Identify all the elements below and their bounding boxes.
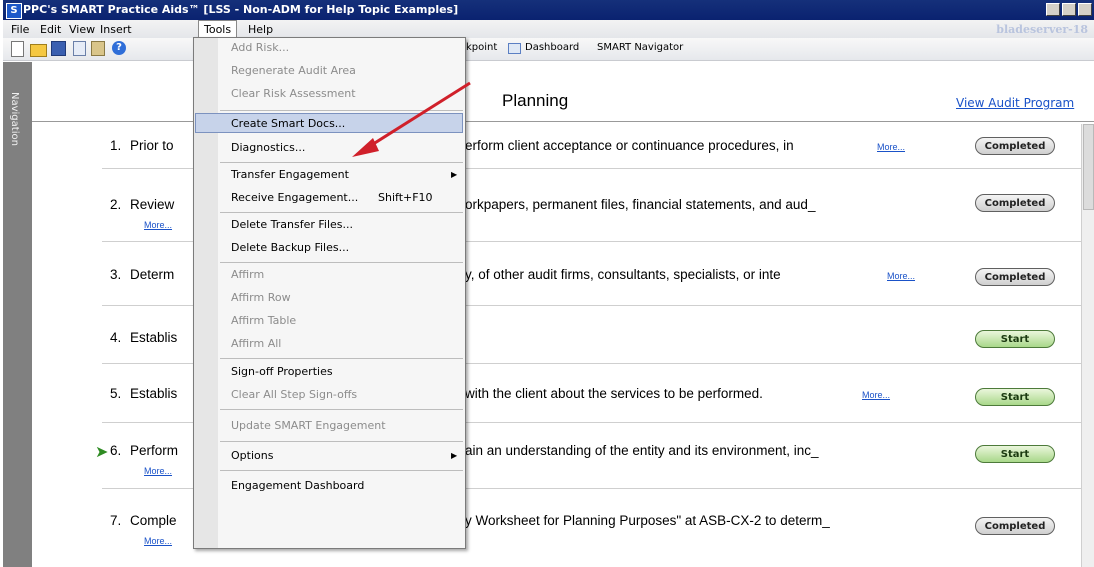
menu-divider [220,262,463,263]
open-folder-icon[interactable] [30,44,47,57]
menu-divider [220,470,463,471]
more-link[interactable]: More... [862,390,890,400]
menu-item-update-smart-engagement[interactable]: Update SMART Engagement [231,419,386,432]
more-link[interactable]: More... [144,220,172,230]
step-text: ain an understanding of the entity and i… [465,443,819,458]
page-title: Planning [502,91,569,110]
title-bar: S PPC's SMART Practice Aids™ [LSS - Non-… [3,0,1094,20]
step-text-start: Establis [130,386,178,401]
menu-divider [220,358,463,359]
status-button[interactable]: Completed [975,517,1055,535]
smart-navigator-button[interactable]: SMART Navigator [597,42,683,53]
paste-icon[interactable] [91,41,105,56]
step-text-start: Perform [130,443,179,458]
app-logo-icon: S [6,3,22,19]
more-link[interactable]: More... [144,466,172,476]
step-text: orkpapers, permanent files, financial st… [465,197,816,212]
status-button[interactable]: Start [975,445,1055,463]
menu-item-affirm[interactable]: Affirm [231,268,264,281]
step-text: y, of other audit firms, consultants, sp… [465,267,781,282]
menu-view[interactable]: View [69,23,95,36]
step-text-start: Determ [130,267,175,282]
menu-item-add-risk[interactable]: Add Risk... [231,41,289,54]
current-step-arrow-icon: ➤ [95,442,109,461]
menu-item-clear-all-step-sign-offs[interactable]: Clear All Step Sign-offs [231,388,357,401]
menu-item-affirm-table[interactable]: Affirm Table [231,314,296,327]
step-number: 6. [110,443,122,458]
step-text: y Worksheet for Planning Purposes" at AS… [465,513,830,528]
scrollbar-thumb[interactable] [1083,124,1094,210]
menu-bar: File Edit View Insert Tools Help bladese… [3,20,1094,39]
save-icon[interactable] [51,41,66,56]
toolbar: ? kpoint Dashboard SMART Navigator [3,38,1094,61]
menu-item-receive-engagement[interactable]: Receive Engagement... [231,191,358,204]
more-link[interactable]: More... [877,142,905,152]
submenu-arrow-icon: ▶ [451,451,458,460]
menu-divider [220,441,463,442]
minimize-button[interactable] [1046,3,1060,16]
status-button[interactable]: Completed [975,194,1055,212]
step-number: 2. [110,197,122,212]
menu-divider [220,212,463,213]
status-button[interactable]: Completed [975,137,1055,155]
menu-item-transfer-engagement[interactable]: Transfer Engagement [231,168,349,181]
step-text-start: Prior to [130,138,174,153]
step-number: 7. [110,513,122,528]
copy-icon[interactable] [73,41,86,56]
menu-item-affirm-all[interactable]: Affirm All [231,337,281,350]
window-title: PPC's SMART Practice Aids™ [LSS - Non-AD… [23,3,459,16]
new-document-icon[interactable] [11,41,24,57]
navigation-label: Navigation [9,92,20,146]
more-link[interactable]: More... [144,536,172,546]
menu-tools[interactable]: Tools [198,20,238,37]
menu-item-create-smart-docs[interactable]: Create Smart Docs... [231,117,345,130]
step-number: 3. [110,267,122,282]
submenu-arrow-icon: ▶ [451,170,458,179]
menu-item-clear-risk-assessment[interactable]: Clear Risk Assessment [231,87,356,100]
menu-shortcut: Shift+F10 [378,191,433,204]
server-name: bladeserver-18 [996,23,1088,36]
menu-item-engagement-dashboard[interactable]: Engagement Dashboard [231,479,364,492]
menu-file[interactable]: File [11,23,29,36]
menu-divider [220,110,463,111]
step-number: 4. [110,330,122,345]
menu-item-affirm-row[interactable]: Affirm Row [231,291,291,304]
restore-button[interactable] [1062,3,1076,16]
status-button[interactable]: Completed [975,268,1055,286]
step-number: 5. [110,386,122,401]
menu-item-delete-backup-files[interactable]: Delete Backup Files... [231,241,349,254]
step-text-start: Establis [130,330,178,345]
menu-item-options[interactable]: Options [231,449,273,462]
step-number: 1. [110,138,122,153]
step-text-start: Review [130,197,175,212]
step-text-start: Comple [130,513,177,528]
dashboard-button[interactable]: Dashboard [525,42,579,53]
header-divider [32,121,1094,122]
checkpoint-button[interactable]: kpoint [466,42,497,53]
dashboard-icon [508,43,521,54]
step-text: with the client about the services to be… [465,386,763,401]
menu-insert[interactable]: Insert [100,23,132,36]
tools-dropdown-menu: Add Risk... Regenerate Audit Area Clear … [193,37,466,549]
window-controls [1046,3,1092,16]
menu-edit[interactable]: Edit [40,23,61,36]
vertical-scrollbar[interactable] [1081,124,1094,567]
menu-item-delete-transfer-files[interactable]: Delete Transfer Files... [231,218,353,231]
menu-item-regenerate-audit-area[interactable]: Regenerate Audit Area [231,64,356,77]
menu-divider [220,409,463,410]
help-icon[interactable]: ? [112,41,126,55]
menu-divider [220,162,463,163]
menu-item-diagnostics[interactable]: Diagnostics... [231,141,305,154]
view-audit-program-link[interactable]: View Audit Program [956,96,1074,110]
menu-item-sign-off-properties[interactable]: Sign-off Properties [231,365,333,378]
app-window: S PPC's SMART Practice Aids™ [LSS - Non-… [0,0,1094,567]
step-text: erform client acceptance or continuance … [465,138,794,153]
close-button[interactable] [1078,3,1092,16]
status-button[interactable]: Start [975,388,1055,406]
menu-help[interactable]: Help [248,23,273,36]
navigation-panel[interactable]: Navigation [3,62,32,567]
more-link[interactable]: More... [887,271,915,281]
status-button[interactable]: Start [975,330,1055,348]
